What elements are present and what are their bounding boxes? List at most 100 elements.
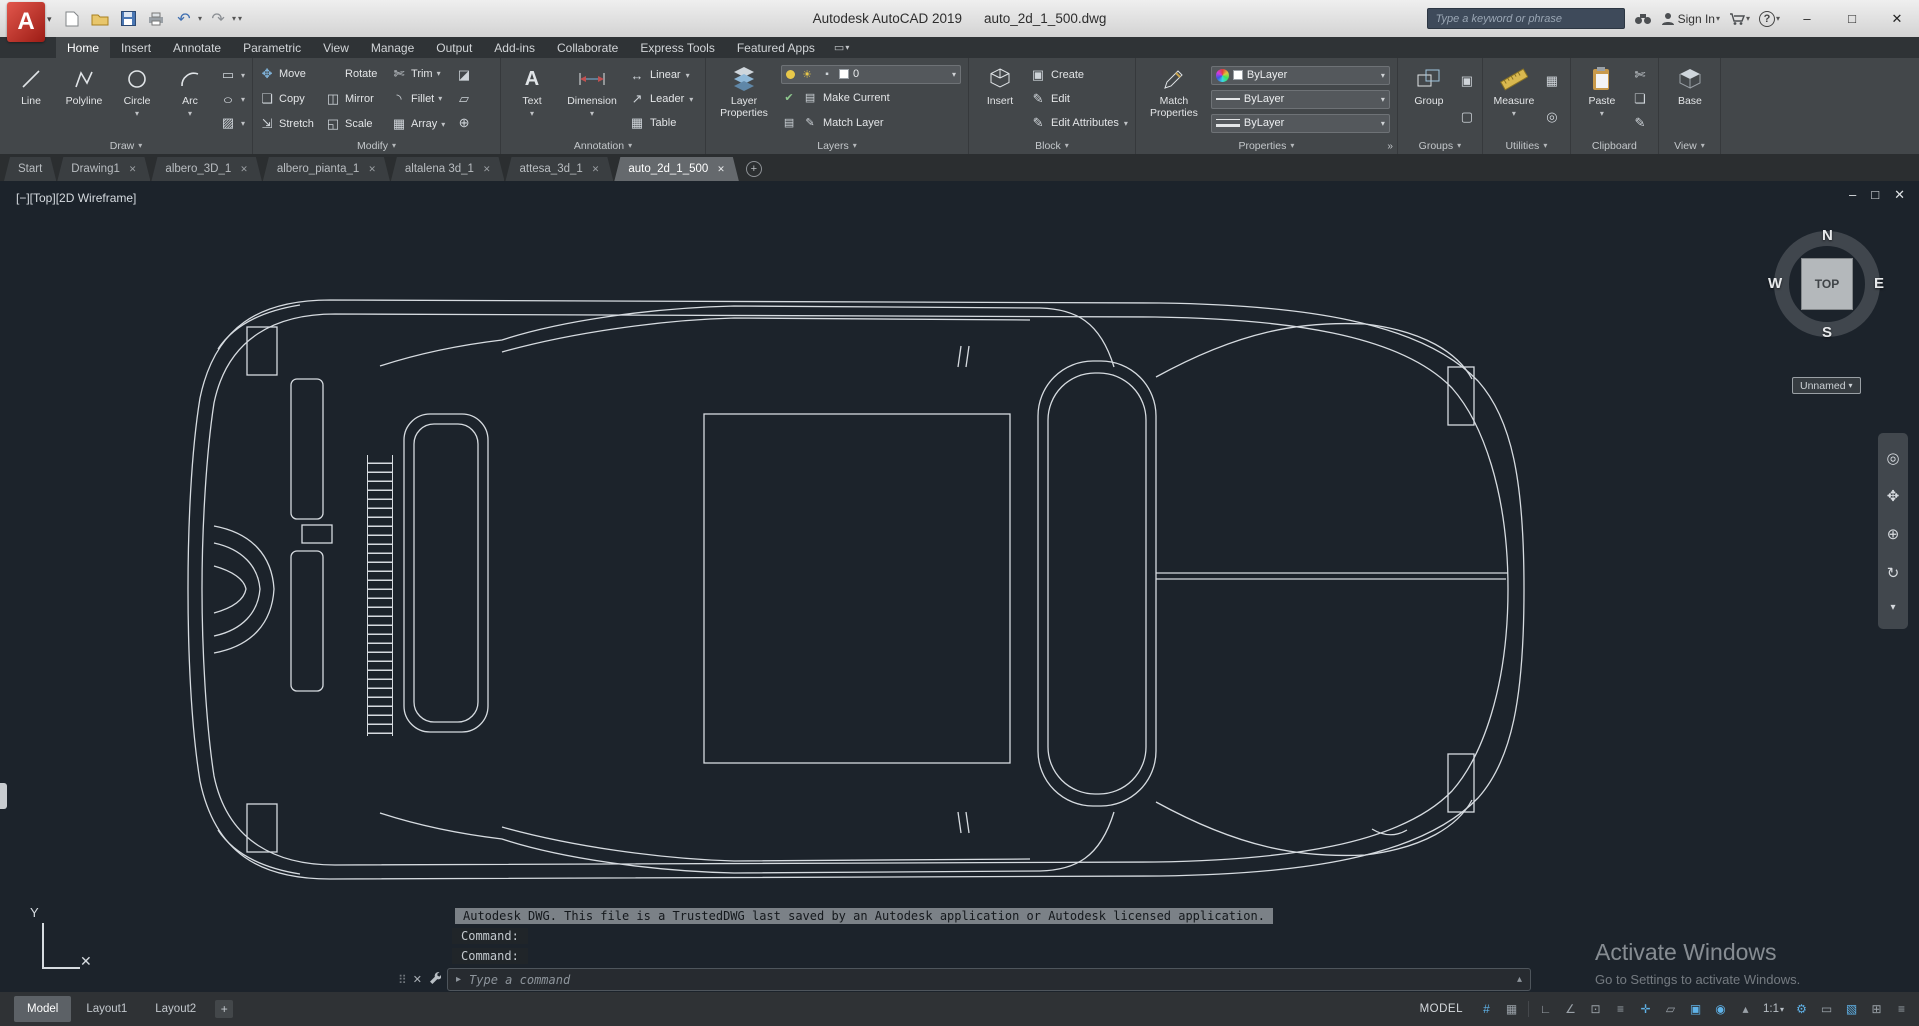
circle-button[interactable]: Circle ▾ [112, 61, 162, 137]
stretch-button[interactable]: ⇲ Stretch [259, 112, 325, 137]
text-button[interactable]: A Text ▾ [507, 61, 557, 137]
dimension-button[interactable]: Dimension ▾ [560, 61, 624, 137]
osnap-toggle-icon[interactable]: ⊡ [1584, 998, 1607, 1021]
match-clip-tool[interactable]: ✎ [1632, 112, 1648, 134]
drawing-restore-button[interactable]: □ [1871, 187, 1879, 203]
panel-modify-label[interactable]: Modify ▾ [253, 137, 500, 154]
ribbon-tab-output[interactable]: Output [425, 37, 483, 58]
ribbon-tab-parametric[interactable]: Parametric [232, 37, 312, 58]
base-button[interactable]: Base [1665, 61, 1715, 137]
hatch-tool[interactable]: ▨ ▾ [220, 112, 245, 134]
ribbon-tab-home[interactable]: Home [56, 37, 111, 58]
file-tab-altalena-close-icon[interactable]: ✕ [483, 164, 491, 175]
viewcube-east[interactable]: E [1874, 275, 1884, 292]
window-minimize-button[interactable]: – [1789, 4, 1825, 33]
viewport-controls[interactable]: [−][Top][2D Wireframe] [16, 191, 136, 205]
polar-toggle-icon[interactable]: ∠ [1559, 998, 1582, 1021]
qat-customize-caret-icon[interactable]: ▾ [238, 14, 242, 23]
new-layout-button[interactable]: + [215, 1000, 234, 1018]
view-name-control[interactable]: Unnamed ▾ [1792, 377, 1861, 394]
object-color-dropdown[interactable]: ByLayer ▾ [1210, 65, 1390, 85]
viewport-edge-grip[interactable] [0, 783, 7, 809]
lineweight-toggle-icon[interactable]: ≡ [1609, 998, 1632, 1021]
file-tab-drawing1[interactable]: Drawing1 ✕ [57, 157, 150, 181]
linear-tool[interactable]: ↔ Linear ▾ [629, 64, 693, 86]
steering-wheel-icon[interactable]: ◎ [1886, 449, 1899, 467]
drawing-minimize-button[interactable]: – [1849, 187, 1856, 203]
properties-expand-icon[interactable]: » [1387, 141, 1393, 152]
undo-button[interactable]: ↶ [172, 6, 196, 32]
command-expand-icon[interactable]: ▴ [1517, 974, 1522, 985]
group-edit-tool[interactable]: ▣ [1459, 70, 1475, 92]
dynamic-input-toggle-icon[interactable]: ✛ [1634, 998, 1657, 1021]
ribbon-tab-manage[interactable]: Manage [360, 37, 425, 58]
open-folder-icon[interactable] [88, 6, 112, 32]
logo-caret-icon[interactable]: ▾ [47, 14, 52, 25]
drawing-area[interactable]: [−][Top][2D Wireframe] – □ ✕ N S W E TOP… [0, 181, 1919, 1026]
layout-tab-model[interactable]: Model [14, 996, 72, 1022]
make-current-button[interactable]: ✔ ▤ Make Current [781, 87, 961, 109]
snap-toggle-icon[interactable]: ▦ [1500, 998, 1523, 1021]
file-tab-attesa[interactable]: attesa_3d_1 ✕ [505, 157, 613, 181]
annotation-monitor-icon[interactable]: ▭ [1815, 998, 1838, 1021]
annotation-scale-control[interactable]: 1:1 ▾ [1759, 1003, 1788, 1015]
offset-tool[interactable]: ⊕ [456, 112, 472, 134]
layout-tab-layout1[interactable]: Layout1 [73, 996, 140, 1022]
edit-block-button[interactable]: ✎ Edit [1030, 88, 1128, 110]
scale-button[interactable]: ◱ Scale [325, 112, 391, 137]
drawing-close-button[interactable]: ✕ [1894, 187, 1905, 203]
measure-button[interactable]: Measure ▾ [1489, 61, 1539, 137]
panel-layers-label[interactable]: Layers ▾ [706, 137, 968, 154]
arc-button[interactable]: Arc ▾ [165, 61, 215, 137]
panel-view-label[interactable]: View ▾ [1659, 137, 1720, 154]
autocad-logo[interactable]: A [7, 2, 45, 42]
file-tab-auto-2d-close-icon[interactable]: ✕ [717, 164, 725, 175]
new-file-icon[interactable] [60, 6, 84, 32]
window-close-button[interactable]: ✕ [1879, 4, 1915, 33]
insert-button[interactable]: Insert [975, 61, 1025, 137]
viewcube-north[interactable]: N [1822, 227, 1833, 244]
lineweight-dropdown[interactable]: ByLayer ▾ [1210, 113, 1390, 133]
file-tab-drawing1-close-icon[interactable]: ✕ [129, 164, 137, 175]
table-tool[interactable]: ▦ Table [629, 112, 693, 134]
ribbon-tab-addins[interactable]: Add-ins [483, 37, 546, 58]
panel-block-label[interactable]: Block ▾ [969, 137, 1135, 154]
panel-groups-label[interactable]: Groups ▾ [1398, 137, 1482, 154]
workspace-gear-icon[interactable]: ⚙ [1790, 998, 1813, 1021]
navbar-more-icon[interactable]: ▾ [1890, 602, 1895, 613]
transparency-toggle-icon[interactable]: ▱ [1659, 998, 1682, 1021]
group-button[interactable]: Group [1404, 61, 1454, 137]
file-tab-attesa-close-icon[interactable]: ✕ [592, 164, 600, 175]
autoscale-toggle-icon[interactable]: ▴ [1734, 998, 1757, 1021]
zoom-icon[interactable]: ⊕ [1887, 525, 1900, 543]
ribbon-tab-collaborate[interactable]: Collaborate [546, 37, 629, 58]
customize-status-icon[interactable]: ≡ [1890, 998, 1913, 1021]
linetype-dropdown[interactable]: ByLayer ▾ [1210, 89, 1390, 109]
redo-button[interactable]: ↷ [206, 6, 230, 32]
grid-toggle-icon[interactable]: # [1475, 998, 1498, 1021]
cut-tool[interactable]: ✄ [1632, 64, 1648, 86]
leader-tool[interactable]: ↗ Leader ▾ [629, 88, 694, 110]
selection-cycling-toggle-icon[interactable]: ▣ [1684, 998, 1707, 1021]
viewcube-south[interactable]: S [1822, 324, 1832, 341]
ellipse-tool[interactable]: ○ ▾ [220, 88, 245, 110]
file-tab-auto-2d[interactable]: auto_2d_1_500 ✕ [614, 157, 739, 181]
id-point-tool[interactable]: ◎ [1544, 106, 1560, 128]
annotation-visibility-toggle-icon[interactable]: ◉ [1709, 998, 1732, 1021]
clean-screen-icon[interactable]: ⊞ [1865, 998, 1888, 1021]
ribbon-tab-featured-apps[interactable]: Featured Apps [726, 37, 826, 58]
sign-in-control[interactable]: Sign In ▾ [1661, 12, 1720, 26]
match-properties-button[interactable]: Match Properties [1142, 61, 1206, 137]
viewcube[interactable]: N S W E TOP [1752, 209, 1902, 359]
ribbon-tab-annotate[interactable]: Annotate [162, 37, 232, 58]
pan-icon[interactable]: ✥ [1887, 487, 1900, 505]
file-tab-altalena[interactable]: altalena 3d_1 ✕ [391, 157, 505, 181]
array-button[interactable]: ▦ Array ▾ [391, 112, 451, 137]
new-drawing-tab-button[interactable]: + [745, 161, 762, 177]
layout-tab-layout2[interactable]: Layout2 [142, 996, 209, 1022]
paste-button[interactable]: Paste ▾ [1577, 61, 1627, 137]
command-grip-icon[interactable]: ⠿ [398, 973, 407, 987]
plot-icon[interactable] [144, 6, 168, 32]
copy-button[interactable]: ❏ Copy [259, 86, 325, 111]
create-block-button[interactable]: ▣ Create [1030, 64, 1128, 86]
